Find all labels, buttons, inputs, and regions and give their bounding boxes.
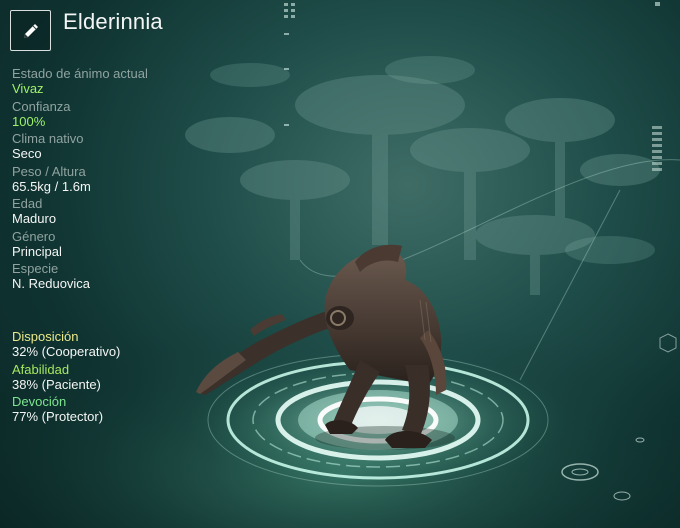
stat-value: 65.5kg / 1.6m (12, 178, 91, 194)
stats-panel: Estado de ánimo actual Vivaz Confianza 1… (12, 66, 212, 294)
stat-label: Clima nativo (12, 131, 84, 146)
hud-bar-right (652, 126, 662, 171)
stat-gender: Género Principal (12, 229, 212, 260)
stat-value: Principal (12, 243, 62, 259)
stat-trust: Confianza 100% (12, 99, 212, 130)
trait-disposition: Disposición 32% (Cooperativo) (12, 329, 212, 360)
trait-value: 32% (Cooperativo) (12, 344, 121, 359)
traits-panel: Disposición 32% (Cooperativo) Afabilidad… (12, 329, 212, 427)
stat-value: Maduro (12, 211, 57, 226)
trait-devotion: Devoción 77% (Protector) (12, 394, 212, 425)
trait-friendliness: Afabilidad 38% (Paciente) (12, 362, 212, 393)
header: Elderinnia (10, 9, 163, 54)
trait-value: 38% (Paciente) (12, 376, 101, 392)
stat-label: Edad (12, 196, 43, 211)
stat-label: Estado de ánimo actual (12, 66, 148, 81)
creature-name: Elderinnia (63, 9, 163, 34)
stat-label: Peso / Altura (12, 163, 86, 179)
stat-label: Confianza (12, 98, 71, 114)
stat-label: Especie (12, 261, 59, 276)
trait-label: Devoción (12, 394, 67, 409)
edit-name-button[interactable] (10, 10, 51, 51)
pencil-icon (23, 23, 38, 38)
stat-climate: Clima nativo Seco (12, 131, 212, 162)
stat-value: N. Reduovica (12, 276, 91, 291)
stat-mood: Estado de ánimo actual Vivaz (12, 66, 212, 97)
trait-value: 77% (Protector) (12, 409, 104, 424)
stat-value: 100% (12, 113, 46, 129)
stat-value: Seco (12, 146, 42, 161)
stat-weight-height: Peso / Altura 65.5kg / 1.6m (12, 164, 212, 195)
stat-age: Edad Maduro (12, 196, 212, 227)
stat-label: Género (12, 228, 56, 244)
trait-label: Afabilidad (12, 361, 70, 377)
stat-species: Especie N. Reduovica (12, 261, 212, 292)
stat-value: Vivaz (12, 81, 44, 96)
trait-label: Disposición (12, 329, 79, 344)
